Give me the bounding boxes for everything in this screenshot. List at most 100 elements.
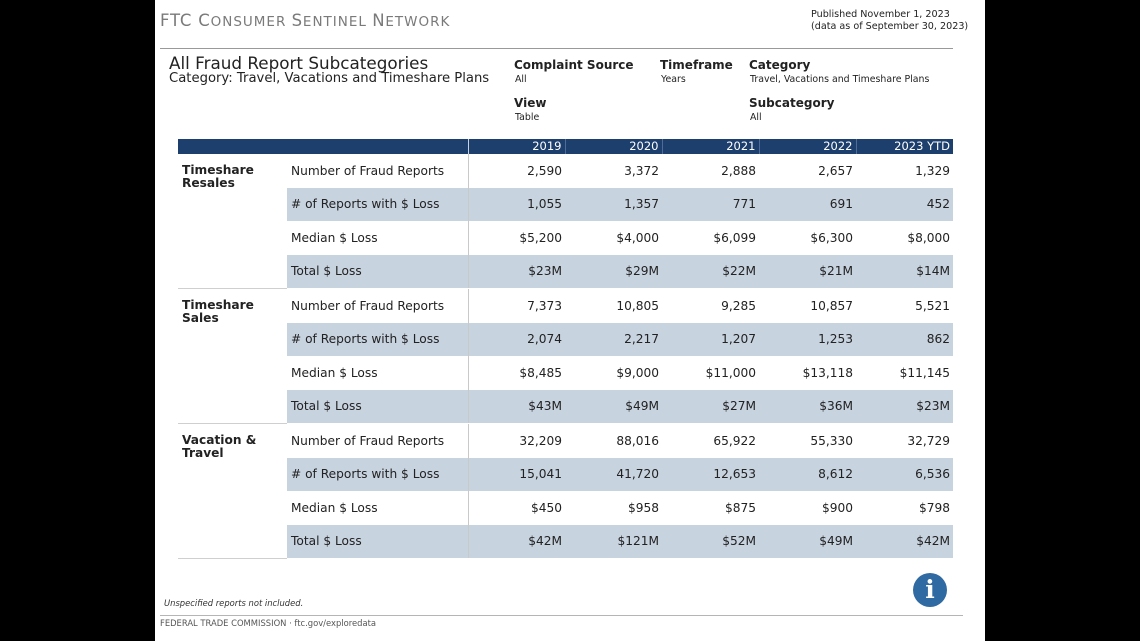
table-cell: $958 — [627, 500, 659, 515]
metric-label: Total $ Loss — [287, 524, 468, 559]
table-cell: 88,016 — [616, 433, 659, 448]
table-cell: 452 — [856, 187, 953, 221]
table-cell: 1,253 — [759, 322, 856, 356]
table-row: Median $ Loss $5,200 $4,000 $6,099 $6,300 $8,… — [178, 221, 953, 255]
table-cell: $29M — [565, 254, 662, 289]
table-cell: $900 — [821, 500, 853, 515]
filter-label: Category — [749, 58, 811, 72]
table-cell: 1,329 — [915, 163, 950, 178]
filter-subcategory[interactable]: Subcategory All — [749, 96, 834, 123]
fraud-data-table: 2019 2020 2021 2022 2023 YTD Timeshare R… — [178, 139, 953, 559]
table-cell: 2,888 — [721, 163, 756, 178]
filter-value: All — [750, 112, 762, 123]
table-row: Median $ Loss $8,485 $9,000 $11,000 $13,118 $… — [178, 356, 953, 390]
table-row: Median $ Loss $450 $958 $875 $900 $798 — [178, 491, 953, 525]
report-subtitle: Category: Travel, Vacations and Timeshar… — [169, 71, 490, 86]
table-body: Timeshare Resales Number of Fraud Reports… — [178, 154, 953, 559]
table-cell: 2,590 — [467, 154, 565, 188]
table-row: Timeshare Sales Number of Fraud Reports 7,… — [178, 288, 953, 424]
table-cell: $8,000 — [907, 230, 950, 245]
metric-label: Median $ Loss — [291, 500, 378, 515]
metric-label: # of Reports with $ Loss — [287, 457, 468, 491]
published-info: Published November 1, 2023 (data as of S… — [811, 9, 968, 32]
table-cell: 6,536 — [856, 457, 953, 491]
table-cell: 5,521 — [915, 298, 950, 313]
table-cell: $6,099 — [713, 230, 756, 245]
table-cell: 65,922 — [713, 433, 756, 448]
table-row: Total $ Loss $43M $49M $27M $36M $23M — [178, 389, 953, 424]
metric-label: Median $ Loss — [291, 230, 378, 245]
filter-value: All — [515, 74, 527, 85]
table-cell: $121M — [565, 524, 662, 559]
metric-label: Number of Fraud Reports — [291, 433, 445, 448]
table-cell: $13,118 — [802, 365, 853, 380]
table-cell: 41,720 — [565, 457, 662, 491]
footer-divider — [160, 615, 963, 616]
table-row: Vacation & Travel Number of Fraud Reports… — [178, 423, 953, 559]
table-cell: 7,373 — [467, 288, 565, 323]
filter-view[interactable]: View Table — [514, 96, 546, 123]
table-cell: $27M — [662, 389, 759, 424]
table-cell: 2,217 — [565, 322, 662, 356]
brand-title: FTC CONSUMER SENTINEL NETWORK — [160, 11, 450, 30]
table-row: Timeshare Resales Number of Fraud Reports… — [178, 154, 953, 289]
table-cell: 1,357 — [565, 187, 662, 221]
filter-complaint-source[interactable]: Complaint Source All — [514, 58, 634, 85]
table-cell: $6,300 — [810, 230, 853, 245]
table-cell: 2,074 — [467, 322, 565, 356]
table-cell: 12,653 — [662, 457, 759, 491]
year-header[interactable]: 2019 — [467, 139, 565, 154]
filter-category[interactable]: Category Travel, Vacations and Timeshare… — [749, 58, 929, 85]
filter-timeframe[interactable]: Timeframe Years — [660, 58, 733, 85]
year-header[interactable]: 2022 — [758, 139, 856, 154]
header-divider — [160, 48, 953, 49]
metric-label: # of Reports with $ Loss — [287, 322, 468, 356]
report-title: All Fraud Report Subcategories — [169, 53, 429, 73]
group-label: Vacation & Travel — [178, 423, 287, 559]
year-header[interactable]: 2021 — [661, 139, 759, 154]
table-cell: $52M — [662, 524, 759, 559]
table-cell: 862 — [856, 322, 953, 356]
table-cell: $5,200 — [467, 221, 565, 255]
table-cell: $23M — [467, 254, 565, 289]
table-cell: $22M — [662, 254, 759, 289]
table-cell: 55,330 — [810, 433, 853, 448]
year-header[interactable]: 2023 YTD — [855, 139, 953, 154]
filter-label: Subcategory — [749, 96, 835, 110]
table-cell: 9,285 — [721, 298, 756, 313]
filter-value: Years — [661, 74, 686, 85]
filter-label: Timeframe — [660, 58, 733, 72]
group-label: Timeshare Resales — [178, 154, 287, 289]
footer-text: FEDERAL TRADE COMMISSION · ftc.gov/explo… — [160, 618, 376, 628]
metric-label: Total $ Loss — [287, 254, 468, 289]
table-cell: $11,000 — [705, 365, 756, 380]
brand-part: ETWORK — [385, 14, 451, 30]
info-icon[interactable]: i — [913, 573, 947, 607]
table-cell: $11,145 — [899, 365, 950, 380]
table-cell: 32,209 — [467, 423, 565, 458]
header-blank — [178, 139, 287, 154]
filter-value: Travel, Vacations and Timeshare Plans — [750, 74, 930, 85]
table-header-row: 2019 2020 2021 2022 2023 YTD — [178, 139, 953, 154]
table-cell: 32,729 — [907, 433, 950, 448]
table-cell: 15,041 — [467, 457, 565, 491]
table-cell: $450 — [467, 491, 565, 525]
table-cell: 691 — [759, 187, 856, 221]
table-row: Total $ Loss $42M $121M $52M $49M $42M — [178, 524, 953, 559]
table-cell: $49M — [759, 524, 856, 559]
table-cell: $21M — [759, 254, 856, 289]
table-cell: 1,207 — [662, 322, 759, 356]
table-cell: $9,000 — [616, 365, 659, 380]
table-cell: 10,805 — [616, 298, 659, 313]
metric-label: Median $ Loss — [291, 365, 378, 380]
brand-part: N — [372, 11, 386, 30]
table-cell: $42M — [856, 524, 953, 559]
year-header[interactable]: 2020 — [564, 139, 662, 154]
brand-part: ONSUMER — [210, 14, 292, 30]
published-date: Published November 1, 2023 — [811, 9, 950, 20]
filter-value: Table — [515, 112, 540, 123]
table-cell: $42M — [467, 524, 565, 559]
table-cell: $875 — [724, 500, 756, 515]
table-cell: $49M — [565, 389, 662, 424]
table-cell: $798 — [918, 500, 950, 515]
